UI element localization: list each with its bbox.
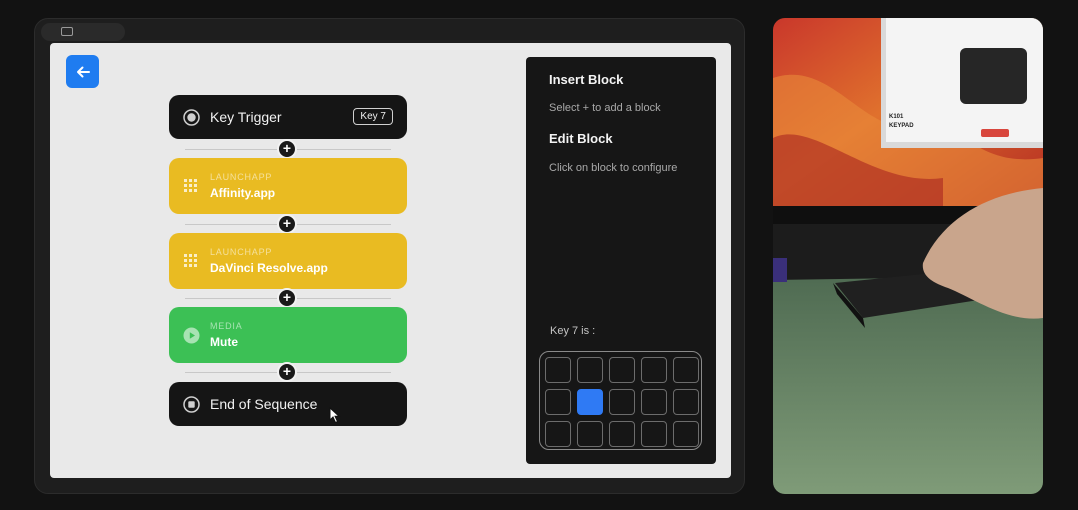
key-badge: Key 7: [353, 108, 393, 125]
media-block-mute[interactable]: MEDIA Mute: [169, 307, 407, 363]
end-of-sequence-block[interactable]: End of Sequence: [169, 382, 407, 426]
keypad-key[interactable]: [641, 421, 667, 447]
keypad-key[interactable]: [641, 389, 667, 415]
add-block-button[interactable]: +: [277, 288, 297, 308]
keypad-key[interactable]: [609, 357, 635, 383]
camera-photo: K101 KEYPAD: [773, 18, 1043, 494]
edit-block-heading: Edit Block: [549, 131, 613, 146]
grid-icon: [184, 179, 197, 192]
block-category: MEDIA: [210, 321, 243, 331]
keypad-key-active[interactable]: [577, 389, 603, 415]
keypad-key[interactable]: [545, 389, 571, 415]
photo-device-label: K101: [889, 114, 904, 120]
insert-block-heading: Insert Block: [549, 72, 624, 87]
record-icon: [183, 109, 200, 126]
keypad-key[interactable]: [673, 389, 699, 415]
keypad-key[interactable]: [577, 357, 603, 383]
block-name: DaVinci Resolve.app: [210, 261, 328, 275]
keypad-key[interactable]: [577, 421, 603, 447]
edit-block-hint: Click on block to configure: [549, 162, 678, 174]
sequence-canvas: Key Trigger Key 7 + LAUNCHAPP Affinity.a…: [50, 43, 731, 478]
arrow-left-icon: [76, 66, 90, 77]
keypad-key[interactable]: [609, 389, 635, 415]
app-window: Key Trigger Key 7 + LAUNCHAPP Affinity.a…: [34, 18, 745, 494]
play-icon: [183, 327, 200, 344]
back-button[interactable]: [66, 55, 99, 88]
photo-device-label: KEYPAD: [889, 123, 914, 129]
keypad-key[interactable]: [545, 421, 571, 447]
launchapp-block-davinci[interactable]: LAUNCHAPP DaVinci Resolve.app: [169, 233, 407, 289]
keypad-grid: [539, 351, 702, 450]
trigger-title: Key Trigger: [210, 109, 282, 125]
add-block-button[interactable]: +: [277, 214, 297, 234]
insert-block-hint: Select + to add a block: [549, 102, 661, 114]
block-name: Affinity.app: [210, 186, 276, 200]
keypad-key[interactable]: [545, 357, 571, 383]
keypad-key[interactable]: [673, 421, 699, 447]
stop-icon: [183, 396, 200, 413]
keypad-key[interactable]: [609, 421, 635, 447]
key-trigger-block[interactable]: Key Trigger Key 7: [169, 95, 407, 139]
window-tab[interactable]: [41, 23, 125, 41]
mouse-cursor-icon: [329, 407, 341, 424]
grid-icon: [184, 254, 197, 267]
desk-photo-image: K101 KEYPAD: [773, 18, 1043, 494]
block-inspector-panel: Insert Block Select + to add a block Edi…: [526, 57, 716, 464]
launchapp-block-affinity[interactable]: LAUNCHAPP Affinity.app: [169, 158, 407, 214]
block-category: LAUNCHAPP: [210, 247, 273, 257]
sidebar-toggle-icon[interactable]: [61, 27, 73, 36]
block-category: LAUNCHAPP: [210, 172, 273, 182]
block-name: Mute: [210, 335, 238, 349]
end-title: End of Sequence: [210, 396, 318, 412]
keypad-key[interactable]: [673, 357, 699, 383]
add-block-button[interactable]: +: [277, 139, 297, 159]
key-label: Key 7 is :: [550, 325, 596, 337]
keypad-key[interactable]: [641, 357, 667, 383]
add-block-button[interactable]: +: [277, 362, 297, 382]
